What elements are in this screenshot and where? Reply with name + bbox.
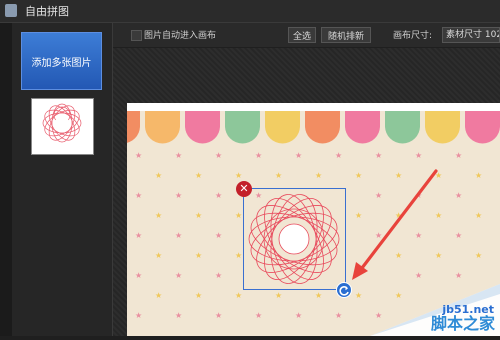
svg-text:★: ★ [195,211,202,220]
title-bar: 自由拼图 [0,0,500,23]
svg-text:★: ★ [255,151,262,160]
svg-text:★: ★ [135,231,142,240]
svg-text:★: ★ [175,191,182,200]
svg-text:★: ★ [455,271,462,280]
svg-text:★: ★ [175,271,182,280]
svg-text:★: ★ [135,191,142,200]
svg-text:★: ★ [135,311,142,320]
svg-text:★: ★ [175,151,182,160]
image-thumbnail[interactable] [31,98,94,155]
auto-add-label: 图片自动进入画布 [144,31,217,41]
svg-text:★: ★ [315,291,322,300]
svg-text:★: ★ [295,151,302,160]
select-all-button[interactable]: 全选 [288,27,316,43]
svg-text:★: ★ [455,231,462,240]
svg-text:★: ★ [335,311,342,320]
svg-text:★: ★ [215,191,222,200]
svg-text:★: ★ [215,231,222,240]
svg-text:★: ★ [155,291,162,300]
add-images-button[interactable]: 添加多张图片 [21,32,102,90]
svg-text:★: ★ [235,291,242,300]
svg-text:★: ★ [155,251,162,260]
selection-box [243,188,346,290]
svg-text:★: ★ [235,171,242,180]
watermark: jb51.net 脚本之家 [350,284,500,336]
svg-text:★: ★ [475,251,482,260]
svg-text:★: ★ [375,151,382,160]
svg-text:★: ★ [475,171,482,180]
svg-text:★: ★ [455,151,462,160]
svg-text:★: ★ [315,171,322,180]
random-arrange-button[interactable]: 随机排新 [321,27,371,43]
svg-text:★: ★ [195,171,202,180]
svg-text:★: ★ [155,171,162,180]
canvas-size-label: 画布尺寸: [393,31,433,41]
close-icon[interactable]: ✕ [236,181,252,197]
svg-text:★: ★ [215,151,222,160]
svg-text:★: ★ [155,211,162,220]
svg-text:★: ★ [255,311,262,320]
svg-text:★: ★ [415,151,422,160]
arrow-annotation-icon [352,169,438,280]
svg-text:★: ★ [275,291,282,300]
svg-text:★: ★ [455,191,462,200]
svg-text:★: ★ [235,251,242,260]
svg-text:★: ★ [335,151,342,160]
svg-text:★: ★ [135,271,142,280]
rotate-arrow-glyph [339,286,349,296]
canvas-size-select[interactable]: 素材尺寸 1024 [442,27,500,43]
spirograph-thumbnail-icon [42,103,82,143]
window-title: 自由拼图 [25,5,69,18]
svg-text:★: ★ [235,211,242,220]
svg-text:★: ★ [215,271,222,280]
svg-text:★: ★ [175,311,182,320]
svg-text:★: ★ [475,211,482,220]
svg-text:★: ★ [195,291,202,300]
svg-text:★: ★ [135,151,142,160]
svg-text:★: ★ [215,311,222,320]
sidebar-edge [0,23,12,336]
app-icon [5,4,17,17]
svg-text:★: ★ [275,171,282,180]
auto-add-checkbox[interactable] [131,30,142,41]
svg-text:★: ★ [195,251,202,260]
svg-text:★: ★ [175,231,182,240]
svg-text:★: ★ [295,311,302,320]
watermark-text: 脚本之家 [430,314,495,333]
